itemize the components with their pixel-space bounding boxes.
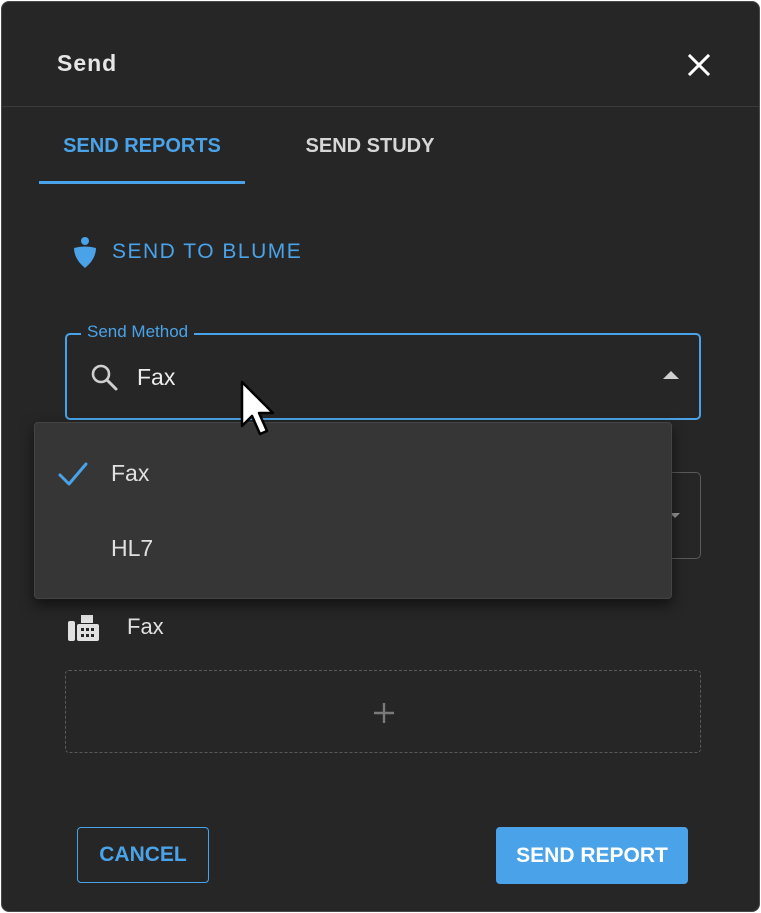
caret-up-icon[interactable] bbox=[663, 371, 679, 379]
close-button[interactable] bbox=[684, 50, 714, 80]
send-method-value[interactable]: Fax bbox=[137, 364, 175, 391]
tab-send-reports[interactable]: SEND REPORTS bbox=[39, 108, 245, 184]
option-hl7-label: HL7 bbox=[111, 535, 154, 561]
send-report-button[interactable]: SEND REPORT bbox=[496, 827, 688, 884]
dialog-title: Send bbox=[57, 50, 118, 76]
close-icon bbox=[687, 53, 711, 77]
blume-drop-icon bbox=[74, 237, 96, 268]
tab-send-study[interactable]: SEND STUDY bbox=[272, 108, 468, 184]
option-fax[interactable]: Fax bbox=[35, 438, 671, 508]
check-icon bbox=[58, 462, 88, 486]
option-fax-label: Fax bbox=[111, 460, 150, 486]
fax-recipient-label: Fax bbox=[127, 614, 164, 639]
send-method-dropdown: Fax HL7 bbox=[34, 422, 672, 599]
send-to-blume-label: SEND TO BLUME bbox=[112, 240, 303, 263]
option-hl7[interactable]: HL7 bbox=[35, 513, 671, 583]
tab-bar: SEND REPORTS SEND STUDY bbox=[2, 108, 759, 184]
send-method-select[interactable]: Send Method Fax bbox=[65, 322, 701, 420]
cancel-button[interactable]: CANCEL bbox=[77, 827, 209, 883]
fax-machine-icon bbox=[68, 615, 99, 641]
fax-recipient-item: Fax bbox=[67, 609, 164, 645]
send-method-label: Send Method bbox=[81, 322, 195, 342]
mouse-cursor-icon bbox=[240, 380, 275, 436]
search-icon bbox=[91, 364, 118, 391]
send-dialog: Send SEND REPORTS SEND STUDY SEND TO BLU… bbox=[1, 1, 760, 912]
plus-icon bbox=[374, 703, 394, 723]
send-to-blume-button[interactable]: SEND TO BLUME bbox=[72, 234, 302, 270]
dialog-header: Send bbox=[2, 2, 759, 107]
add-recipient-button[interactable] bbox=[65, 670, 701, 753]
